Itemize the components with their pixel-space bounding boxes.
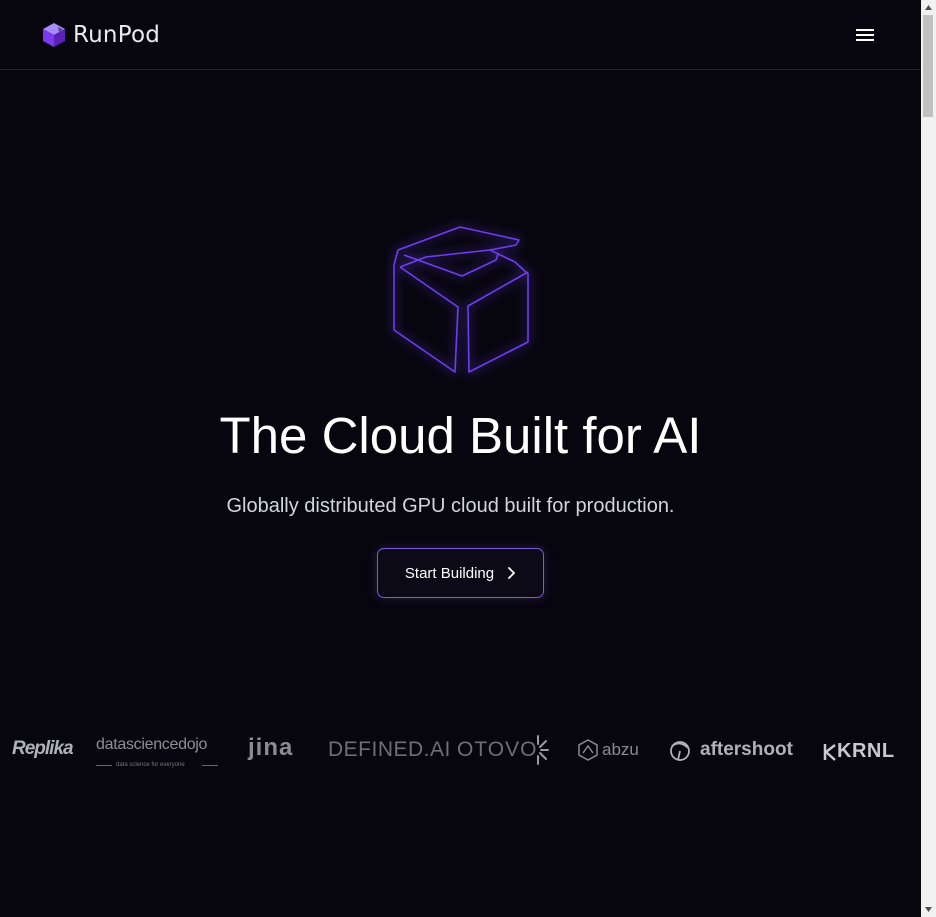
- logo-abzu: abzu: [578, 739, 639, 761]
- logo-aftershoot-text: aftershoot: [700, 739, 793, 760]
- logo-krnl-text: KRNL: [837, 740, 895, 762]
- page: RunPod The Cloud Built for AI Globally d…: [0, 0, 921, 917]
- logo-otovo: OTOVO: [457, 738, 538, 761]
- brand-logo-link[interactable]: RunPod: [42, 21, 160, 49]
- cube-outline-icon: [393, 226, 529, 373]
- scroll-up-arrow-icon[interactable]: [921, 0, 936, 15]
- logo-defined-ai: DEFINED.AI: [328, 738, 451, 761]
- chevron-right-icon: [508, 567, 516, 579]
- hero-subtitle: Globally distributed GPU cloud built for…: [226, 495, 675, 517]
- logo-datasciencedojo: datasciencedojo data science for everyon…: [96, 736, 218, 768]
- abzu-hexagon-icon: [578, 739, 598, 761]
- logo-datasciencedojo-text: datasciencedojo: [96, 736, 208, 753]
- vertical-scrollbar[interactable]: [921, 0, 936, 917]
- customer-logos: Replika datasciencedojo data science for…: [0, 728, 921, 774]
- hero-title: The Cloud Built for AI: [219, 407, 702, 464]
- logo-datasciencedojo-tagline: data science for everyone: [116, 762, 185, 768]
- start-building-button[interactable]: Start Building: [377, 548, 544, 598]
- navbar: RunPod: [0, 0, 921, 70]
- krnl-k-icon: [823, 743, 836, 761]
- logo-aftershoot: aftershoot: [668, 738, 793, 762]
- scrollbar-thumb[interactable]: [923, 15, 933, 117]
- aftershoot-aperture-icon: [670, 741, 690, 761]
- otovo-burst-icon: [537, 735, 549, 765]
- logo-jina: jina: [248, 734, 294, 761]
- start-building-label: Start Building: [404, 564, 495, 582]
- hamburger-menu-icon[interactable]: [852, 24, 878, 46]
- logo-krnl: KRNL: [823, 740, 895, 763]
- logo-abzu-text: abzu: [602, 740, 639, 759]
- scroll-down-arrow-icon[interactable]: [921, 902, 936, 917]
- brand-name: RunPod: [73, 22, 161, 48]
- logo-replika: Replika: [12, 738, 74, 759]
- cube-logo-icon: [43, 23, 65, 47]
